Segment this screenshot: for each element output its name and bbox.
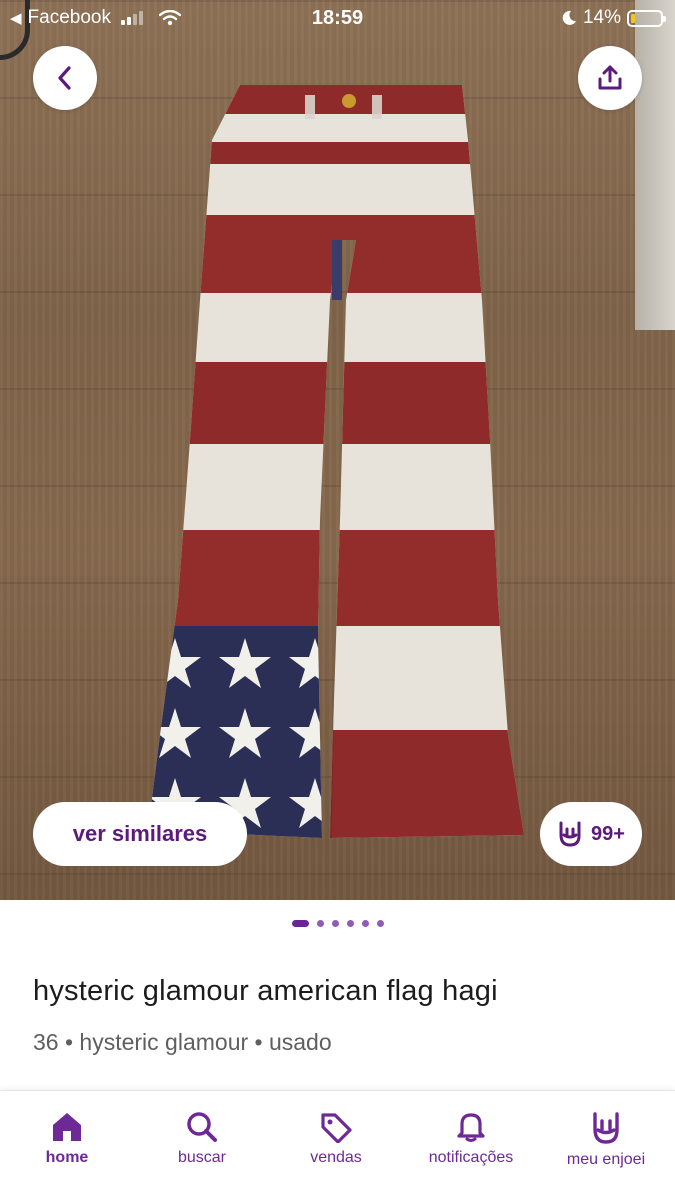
tag-icon [321, 1113, 352, 1143]
nav-notifications[interactable]: notificações [406, 1111, 536, 1167]
page-dot[interactable] [291, 919, 309, 927]
page-dot[interactable] [376, 919, 384, 927]
nav-home[interactable]: home [2, 1111, 132, 1167]
share-button[interactable] [578, 46, 642, 110]
nav-label: vendas [310, 1149, 362, 1166]
nav-search[interactable]: buscar [137, 1111, 267, 1167]
nav-my-enjoei[interactable]: meu enjoei [541, 1111, 671, 1169]
share-icon [598, 65, 622, 90]
nav-label: meu enjoei [566, 1151, 646, 1168]
product-title: hysteric glamour american flag hagi [33, 975, 498, 1007]
likes-button[interactable]: 99+ [540, 802, 642, 866]
bell-icon [457, 1113, 485, 1142]
nav-label: home [45, 1149, 89, 1166]
chevron-left-icon [58, 66, 71, 90]
image-pagination[interactable] [0, 918, 675, 928]
moon-icon [562, 10, 576, 25]
likes-count: 99+ [591, 822, 625, 845]
product-page: ◀ Facebook 18:59 14% ver similares 99+ h… [0, 0, 675, 1200]
home-icon [53, 1113, 81, 1141]
status-bar: ◀ Facebook 18:59 14% [0, 0, 675, 36]
rock-hand-icon [593, 1112, 619, 1144]
see-similar-button[interactable]: ver similares [33, 802, 247, 866]
battery-icon [627, 9, 666, 27]
bottom-nav: home buscar vendas notificações meu enjo… [0, 1090, 675, 1200]
status-right: 14% [561, 7, 666, 29]
battery-percent: 14% [582, 7, 621, 28]
page-dot[interactable] [331, 919, 339, 927]
flag-jeans-image [148, 85, 524, 838]
back-button[interactable] [33, 46, 97, 110]
nav-sales[interactable]: vendas [271, 1111, 401, 1167]
nav-label: buscar [177, 1149, 227, 1166]
page-dot[interactable] [346, 919, 354, 927]
page-dot[interactable] [316, 919, 324, 927]
nav-label: notificações [428, 1149, 514, 1166]
rock-hand-icon [559, 821, 581, 847]
page-dot[interactable] [361, 919, 369, 927]
search-icon [187, 1112, 217, 1142]
product-meta: 36 • hysteric glamour • usado [33, 1029, 332, 1055]
product-photo[interactable] [0, 0, 675, 900]
